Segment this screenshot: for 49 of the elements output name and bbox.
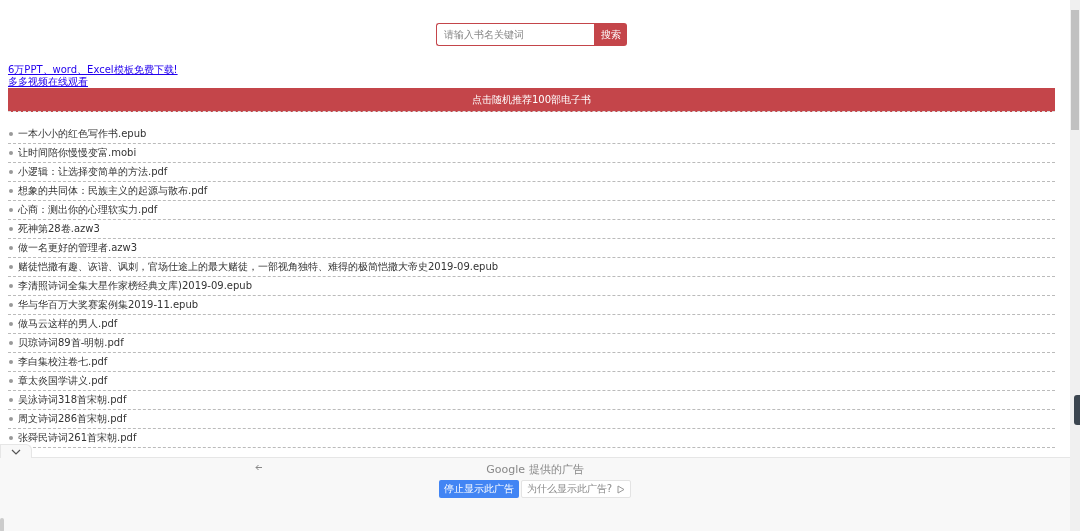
book-link[interactable]: 死神第28卷.azw3: [18, 222, 100, 236]
scrollbar[interactable]: [1070, 0, 1080, 531]
bullet-icon: [9, 341, 13, 345]
bullet-icon: [9, 189, 13, 193]
recommend-banner-button[interactable]: 点击随机推荐100部电子书: [8, 88, 1055, 112]
chevron-down-icon[interactable]: [0, 444, 32, 458]
book-link[interactable]: 贝琼诗词89首-明朝.pdf: [18, 336, 124, 350]
bullet-icon: [9, 132, 13, 136]
book-link[interactable]: 让时间陪你慢慢变富.mobi: [18, 146, 137, 160]
bullet-icon: [9, 322, 13, 326]
bullet-icon: [9, 246, 13, 250]
book-link[interactable]: 想象的共同体：民族主义的起源与散布.pdf: [18, 184, 208, 198]
bullet-icon: [9, 417, 13, 421]
search-button[interactable]: 搜索: [594, 23, 627, 46]
bullet-icon: [9, 303, 13, 307]
book-link[interactable]: 一本小小的红色写作书.epub: [18, 127, 147, 141]
back-arrow-icon[interactable]: [255, 464, 263, 471]
book-link[interactable]: 张舜民诗词261首宋朝.pdf: [18, 431, 137, 445]
book-link[interactable]: 赌徒恺撒有趣、诙谐、讽刺，官场仕途上的最大赌徒，一部视角独特、难得的极简恺撒大帝史2019-09.epub: [18, 260, 499, 274]
bullet-icon: [9, 360, 13, 364]
why-ad-button[interactable]: 为什么显示此广告?: [520, 480, 632, 498]
book-link[interactable]: 做一名更好的管理者.azw3: [18, 241, 138, 255]
bullet-icon: [9, 151, 13, 155]
book-link[interactable]: 吴泳诗词318首宋朝.pdf: [18, 393, 127, 407]
book-link[interactable]: 周文诗词286首宋朝.pdf: [18, 412, 127, 426]
side-widget-icon[interactable]: [1074, 395, 1080, 425]
scrollbar-thumb[interactable]: [0, 518, 4, 531]
bullet-icon: [9, 379, 13, 383]
book-link[interactable]: 心商：测出你的心理软实力.pdf: [18, 203, 158, 217]
bullet-icon: [9, 227, 13, 231]
stop-ad-button[interactable]: 停止显示此广告: [438, 480, 519, 498]
ad-link[interactable]: 多多视频在线观看: [8, 76, 88, 88]
ad-link[interactable]: 6万PPT、word、Excel模板免费下载!: [8, 64, 178, 76]
bullet-icon: [9, 265, 13, 269]
search-field[interactable]: 请输入书名关键词: [436, 23, 594, 46]
bullet-icon: [9, 208, 13, 212]
book-link[interactable]: 做马云这样的男人.pdf: [18, 317, 118, 331]
bullet-icon: [9, 170, 13, 174]
book-link[interactable]: 李白集校注卷七.pdf: [18, 355, 108, 369]
book-link[interactable]: 章太炎国学讲义.pdf: [18, 374, 108, 388]
scrollbar-thumb[interactable]: [1071, 10, 1079, 130]
bullet-icon: [9, 436, 13, 440]
book-link[interactable]: 小逻辑：让选择变简单的方法.pdf: [18, 165, 168, 179]
bullet-icon: [9, 398, 13, 402]
ad-label: Google 提供的广告: [486, 463, 584, 477]
bullet-icon: [9, 284, 13, 288]
book-link[interactable]: 华与华百万大奖赛案例集2019-11.epub: [18, 298, 199, 312]
book-link[interactable]: 李清照诗词全集大星作家榜经典文库)2019-09.epub: [18, 279, 253, 293]
play-icon: [617, 484, 626, 494]
